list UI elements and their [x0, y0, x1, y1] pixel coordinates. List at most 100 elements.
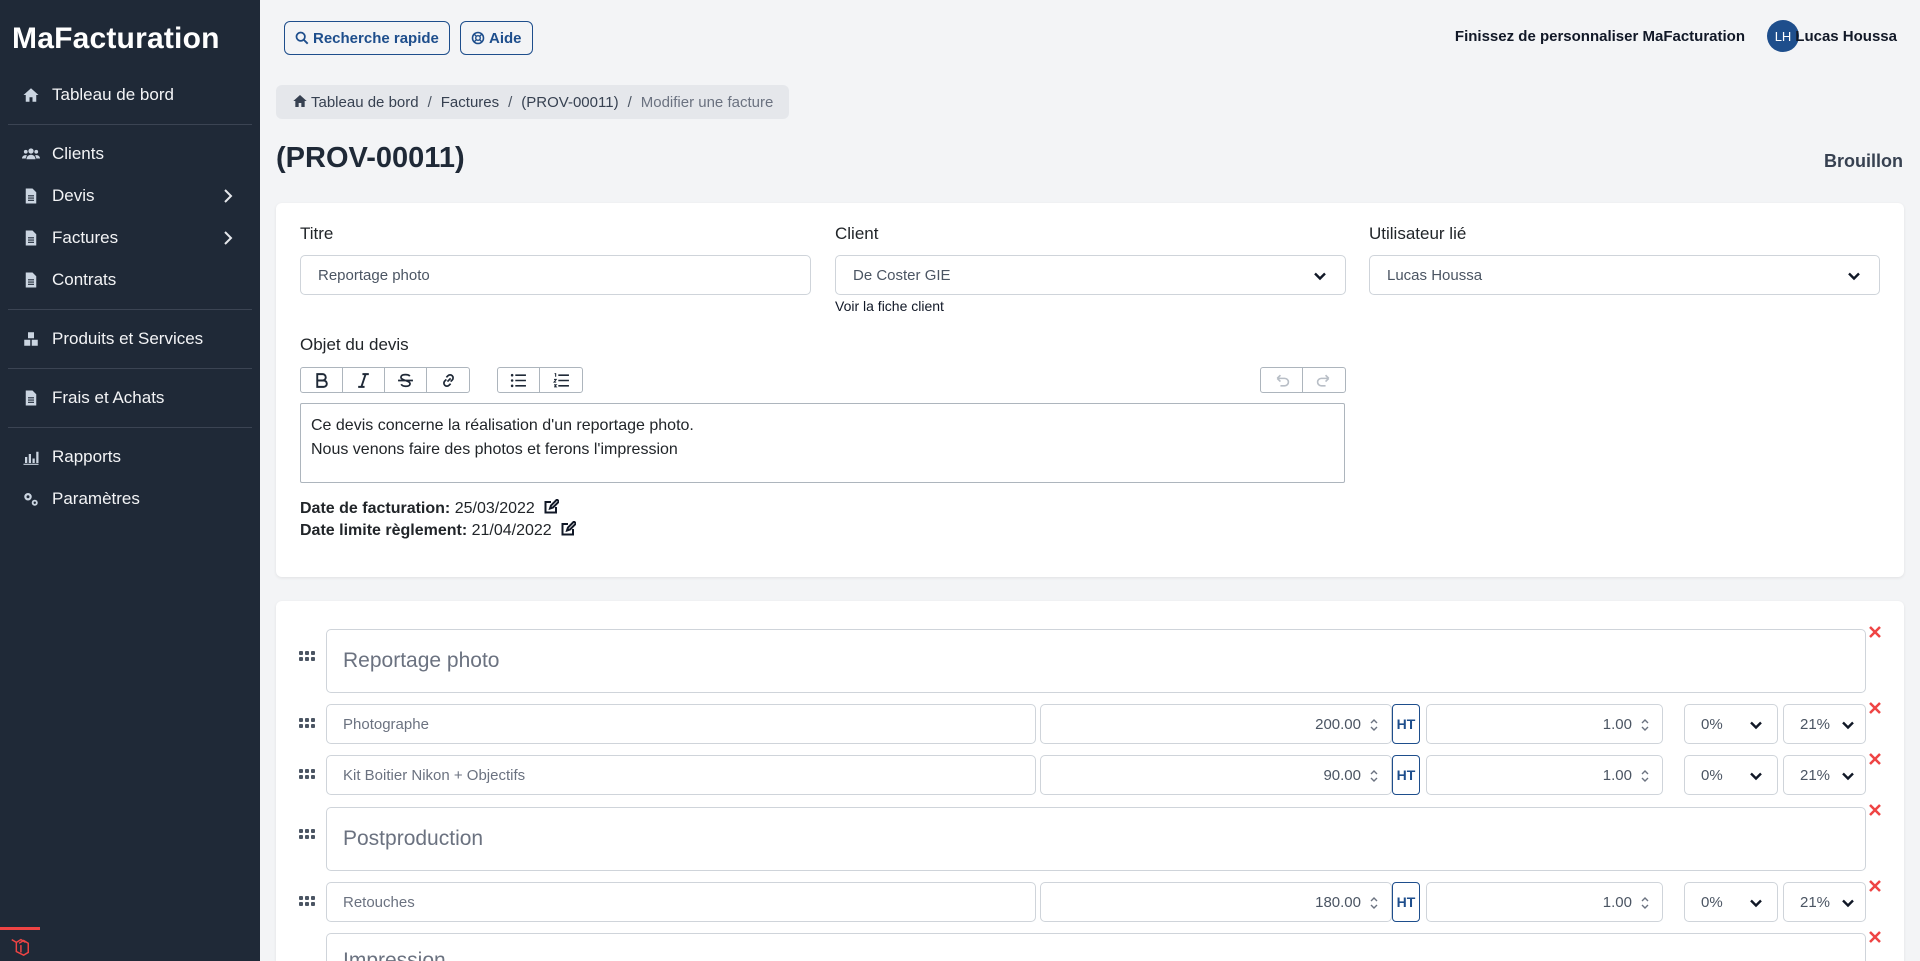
drag-handle-icon[interactable]	[299, 829, 315, 839]
sidebar: MaFacturation Tableau de bord Clients De…	[0, 0, 260, 961]
editor-list-toolbar	[497, 367, 583, 393]
edit-icon[interactable]	[543, 498, 561, 515]
invoice-lines-card: Reportage photo Photographe 200.00 HT 1.…	[276, 601, 1904, 961]
sidebar-item-parametres[interactable]: Paramètres	[0, 478, 260, 520]
section-title-input[interactable]: Reportage photo	[326, 629, 1866, 693]
drag-handle-icon[interactable]	[299, 896, 315, 906]
item-discount-select[interactable]: 0%	[1684, 755, 1778, 795]
client-select[interactable]: De Coster GIE	[835, 255, 1346, 295]
delete-line-button[interactable]	[1868, 879, 1882, 893]
delete-line-button[interactable]	[1868, 752, 1882, 766]
chevron-down-icon	[1749, 769, 1763, 783]
bullet-list-button[interactable]	[498, 368, 540, 392]
drag-handle-icon[interactable]	[299, 769, 315, 779]
document-icon	[20, 227, 42, 249]
item-vat-value: 21%	[1800, 715, 1831, 733]
item-vat-select[interactable]: 21%	[1783, 704, 1866, 744]
stepper-icon[interactable]	[1640, 768, 1650, 784]
item-description-input[interactable]: Photographe	[326, 704, 1036, 744]
item-price-input[interactable]: 180.00	[1040, 882, 1392, 922]
item-description-input[interactable]: Kit Boitier Nikon + Objectifs	[326, 755, 1036, 795]
strikethrough-button[interactable]	[385, 368, 427, 392]
close-icon	[1869, 880, 1881, 892]
item-discount-select[interactable]: 0%	[1684, 704, 1778, 744]
search-icon	[295, 31, 309, 45]
help-button[interactable]: Aide	[460, 21, 533, 55]
sidebar-item-label: Clients	[52, 144, 104, 163]
help-label: Aide	[489, 29, 522, 47]
brand-logo[interactable]: MaFacturation	[0, 0, 260, 74]
document-icon	[20, 387, 42, 409]
delete-line-button[interactable]	[1868, 803, 1882, 817]
item-price-input[interactable]: 200.00	[1040, 704, 1392, 744]
sidebar-item-devis[interactable]: Devis	[0, 175, 260, 217]
quick-search-label: Recherche rapide	[313, 29, 439, 47]
numbered-list-icon	[552, 372, 569, 387]
sidebar-item-label: Tableau de bord	[52, 85, 174, 104]
client-sheet-link[interactable]: Voir la fiche client	[835, 298, 944, 314]
title-input[interactable]: Reportage photo	[300, 255, 811, 295]
delete-line-button[interactable]	[1868, 701, 1882, 715]
close-icon	[1869, 626, 1881, 638]
delete-line-button[interactable]	[1868, 930, 1882, 944]
undo-button[interactable]	[1261, 368, 1303, 392]
breadcrumb-item-factures[interactable]: Factures	[441, 94, 499, 111]
drag-handle-icon[interactable]	[299, 718, 315, 728]
breadcrumb-item-dashboard[interactable]: Tableau de bord	[292, 93, 419, 111]
title-label: Titre	[300, 224, 334, 243]
sidebar-item-clients[interactable]: Clients	[0, 133, 260, 175]
section-title-input[interactable]: Impression	[326, 933, 1866, 961]
sidebar-item-rapports[interactable]: Rapports	[0, 436, 260, 478]
drag-handle-icon[interactable]	[299, 651, 315, 661]
sidebar-item-dashboard[interactable]: Tableau de bord	[0, 74, 260, 116]
customize-link[interactable]: Finissez de personnaliser MaFacturation	[1455, 28, 1745, 45]
user-name[interactable]: Lucas Houssa	[1795, 28, 1897, 45]
document-icon	[20, 269, 42, 291]
link-button[interactable]	[427, 368, 469, 392]
numbered-list-button[interactable]	[540, 368, 582, 392]
sidebar-item-factures[interactable]: Factures	[0, 217, 260, 259]
invoice-date-label: Date de facturation:	[300, 500, 451, 517]
avatar[interactable]: LH	[1767, 20, 1799, 52]
breadcrumb-item-invoice[interactable]: (PROV-00011)	[521, 94, 618, 111]
sidebar-item-contrats[interactable]: Contrats	[0, 259, 260, 301]
lifebuoy-icon	[471, 31, 485, 45]
item-price-input[interactable]: 90.00	[1040, 755, 1392, 795]
stepper-icon[interactable]	[1369, 895, 1379, 911]
item-discount-value: 0%	[1701, 766, 1723, 784]
item-quantity-input[interactable]: 1.00	[1426, 755, 1663, 795]
item-discount-select[interactable]: 0%	[1684, 882, 1778, 922]
quick-search-button[interactable]: Recherche rapide	[284, 21, 450, 55]
section-title-input[interactable]: Postproduction	[326, 807, 1866, 871]
italic-button[interactable]	[343, 368, 385, 392]
item-vat-select[interactable]: 21%	[1783, 755, 1866, 795]
laravel-icon	[11, 938, 29, 956]
price-mode-toggle[interactable]: HT	[1392, 755, 1420, 795]
chart-icon	[20, 446, 42, 468]
object-editor[interactable]: Ce devis concerne la réalisation d'un re…	[300, 403, 1345, 483]
item-vat-select[interactable]: 21%	[1783, 882, 1866, 922]
strikethrough-icon	[398, 373, 413, 387]
italic-icon	[358, 372, 369, 388]
redo-icon	[1316, 374, 1329, 387]
price-mode-toggle[interactable]: HT	[1392, 704, 1420, 744]
item-description-input[interactable]: Retouches	[326, 882, 1036, 922]
stepper-icon[interactable]	[1369, 768, 1379, 784]
linked-user-select[interactable]: Lucas Houssa	[1369, 255, 1880, 295]
editor-line: Ce devis concerne la réalisation d'un re…	[311, 417, 694, 434]
sidebar-item-frais[interactable]: Frais et Achats	[0, 377, 260, 419]
edit-icon[interactable]	[560, 520, 578, 537]
stepper-icon[interactable]	[1369, 717, 1379, 733]
bold-button[interactable]	[301, 368, 343, 392]
redo-button[interactable]	[1303, 368, 1345, 392]
item-quantity-input[interactable]: 1.00	[1426, 704, 1663, 744]
laravel-debugbar-badge[interactable]	[0, 927, 40, 961]
delete-line-button[interactable]	[1868, 625, 1882, 639]
price-mode-toggle[interactable]: HT	[1392, 882, 1420, 922]
stepper-icon[interactable]	[1640, 895, 1650, 911]
sidebar-item-produits[interactable]: Produits et Services	[0, 318, 260, 360]
item-quantity-value: 1.00	[1602, 715, 1632, 733]
stepper-icon[interactable]	[1640, 717, 1650, 733]
close-icon	[1869, 702, 1881, 714]
item-quantity-input[interactable]: 1.00	[1426, 882, 1663, 922]
